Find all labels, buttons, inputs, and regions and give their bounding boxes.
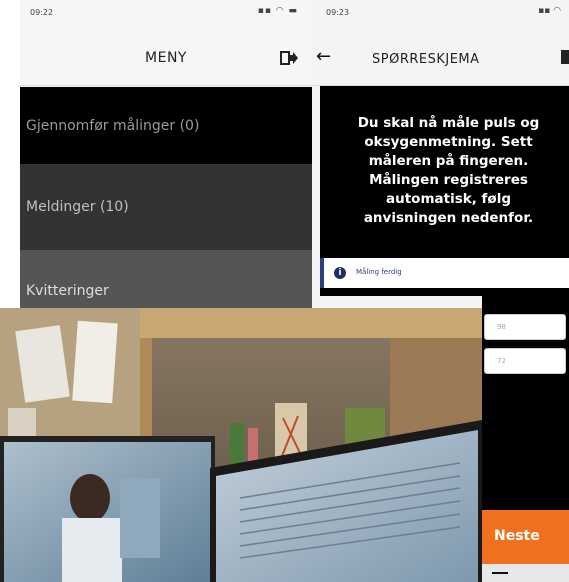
page-title: MENY <box>145 50 187 66</box>
status-time: 09:23 <box>326 8 350 17</box>
menu-item-messages[interactable]: Meldinger (10) <box>20 164 312 250</box>
info-banner: i Måling ferdig <box>320 258 569 288</box>
signal-icons: ▪▪ ◠ <box>538 6 561 16</box>
pulse-field[interactable]: 72 <box>484 348 566 374</box>
home-indicator <box>492 572 508 574</box>
signal-battery-icons: ▪▪ ◠ ▬ <box>257 6 298 16</box>
office-photo-illustration <box>0 308 482 582</box>
home-indicator-strip <box>482 564 569 582</box>
menu-item-label: Gjennomfør målinger (0) <box>26 117 200 134</box>
page-title: SPØRRESKJEMA <box>372 52 480 67</box>
menu-item-measurements[interactable]: Gjennomfør målinger (0) <box>20 87 312 164</box>
menu-item-label: Kvitteringer <box>26 283 109 299</box>
menu-item-label: Meldinger (10) <box>26 199 129 215</box>
status-bar: 09:22 ▪▪ ◠ ▬ <box>20 0 312 24</box>
divider <box>320 288 569 296</box>
status-time: 09:22 <box>30 8 54 17</box>
oxygen-field[interactable]: 98 <box>484 314 566 340</box>
info-icon: i <box>334 267 346 279</box>
info-text: Måling ferdig <box>356 268 402 276</box>
status-bar: 09:23 ▪▪ ◠ <box>312 0 569 24</box>
instruction-text: Du skal nå måle puls og oksygenmetning. … <box>320 86 569 258</box>
menu-item-receipts[interactable]: Kvitteringer <box>20 250 312 315</box>
back-arrow-icon[interactable]: ← <box>316 46 331 67</box>
office-photo <box>0 308 482 582</box>
nav-bar: ← SPØRRESKJEMA <box>312 24 569 86</box>
home-icon[interactable] <box>561 50 569 64</box>
menu-screen: 09:22 ▪▪ ◠ ▬ MENY Gjennomfør målinger (0… <box>20 0 312 315</box>
nav-bar: MENY <box>20 24 312 86</box>
next-button[interactable]: Neste <box>482 510 569 564</box>
logout-icon[interactable] <box>280 50 298 66</box>
